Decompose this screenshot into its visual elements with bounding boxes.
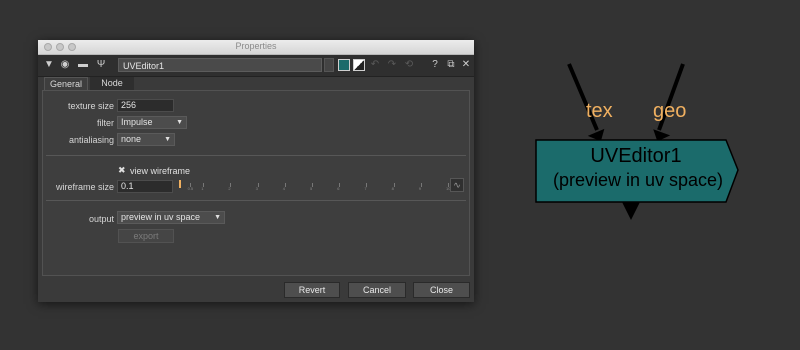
section-divider xyxy=(46,200,466,201)
window-titlebar[interactable]: Properties xyxy=(38,40,474,55)
antialiasing-value: none xyxy=(121,134,142,144)
output-label: output xyxy=(88,214,114,224)
slider-tick-label: 0.5 xyxy=(187,186,194,191)
slider-tick-label: 6 xyxy=(337,186,340,191)
chevron-down-icon: ▼ xyxy=(176,119,183,126)
node-name-field[interactable]: UVEditor1 xyxy=(118,58,322,72)
node-title: UVEditor1 xyxy=(590,145,682,167)
wireframe-size-input[interactable]: 0.1 xyxy=(117,180,173,193)
help-icon[interactable]: ? xyxy=(428,58,442,72)
view-wireframe-checkbox[interactable]: ✖ xyxy=(118,166,127,175)
slider-tick-label: 4 xyxy=(282,186,286,191)
node-subtitle: (preview in uv space) xyxy=(552,170,724,190)
gl-color-swatch[interactable] xyxy=(353,59,365,71)
cancel-button[interactable]: Cancel xyxy=(348,282,406,298)
antialiasing-label: antialiasing xyxy=(68,135,114,145)
properties-toolbar: ▼ ◉ ▬ Ψ UVEditor1 ↶ ↷ ⟲ ? ⧉ ✕ xyxy=(38,55,474,77)
tab-bar: General Node xyxy=(38,77,474,90)
output-dropdown[interactable]: preview in uv space ▼ xyxy=(117,211,225,224)
section-divider xyxy=(46,155,466,156)
slider-tick-label: 1 xyxy=(201,186,204,191)
wireframe-size-label: wireframe size xyxy=(55,182,114,192)
animation-curve-icon[interactable]: ∿ xyxy=(450,178,464,192)
export-button[interactable]: export xyxy=(118,229,174,243)
undo-icon[interactable]: ↶ xyxy=(368,58,382,72)
close-panel-icon[interactable]: ✕ xyxy=(459,58,473,72)
input-label-geo: geo xyxy=(653,100,687,122)
view-wireframe-label: view wireframe xyxy=(130,166,191,176)
input-label-tex: tex xyxy=(586,100,613,122)
collapse-triangle-icon[interactable]: ▼ xyxy=(42,58,56,72)
filter-dropdown[interactable]: Impulse ▼ xyxy=(117,116,187,129)
node-color-swatch[interactable] xyxy=(338,59,350,71)
revert-button[interactable]: Revert xyxy=(284,282,340,298)
tab-general[interactable]: General xyxy=(44,77,88,90)
slider-tick-label: 3 xyxy=(255,186,258,191)
output-value: preview in uv space xyxy=(121,212,201,222)
window-title: Properties xyxy=(235,41,277,51)
revert-icon[interactable]: ⟲ xyxy=(402,58,416,72)
slider-tick-label: 5 xyxy=(310,186,313,191)
node-tool-icon[interactable]: Ψ xyxy=(94,58,108,72)
texture-size-label: texture size xyxy=(67,101,114,111)
node-name-extension[interactable] xyxy=(324,58,334,72)
filter-value: Impulse xyxy=(121,117,153,127)
target-icon[interactable]: ◉ xyxy=(58,58,72,72)
output-arrowhead-icon xyxy=(622,202,640,220)
gallery-icon[interactable]: ▬ xyxy=(76,58,90,72)
filter-label: filter xyxy=(96,118,114,128)
slider-tick-label: 7 xyxy=(364,186,367,191)
chevron-down-icon: ▼ xyxy=(214,214,221,221)
slider-handle[interactable] xyxy=(178,180,181,188)
antialiasing-dropdown[interactable]: none ▼ xyxy=(117,133,175,146)
float-panel-icon[interactable]: ⧉ xyxy=(444,58,458,72)
slider-tick-label: 2 xyxy=(228,186,231,191)
slider-tick-label: 8 xyxy=(391,186,394,191)
wireframe-size-slider[interactable]: 0.5 1 2 3 4 5 6 7 8 9 10 xyxy=(176,180,450,192)
tab-node[interactable]: Node xyxy=(90,77,134,90)
chevron-down-icon: ▼ xyxy=(164,136,171,143)
close-button[interactable]: Close xyxy=(413,282,470,298)
texture-size-input[interactable]: 256 xyxy=(117,99,174,112)
slider-tick-label: 9 xyxy=(418,186,422,191)
properties-window: Properties ▼ ◉ ▬ Ψ UVEditor1 ↶ ↷ ⟲ ? ⧉ ✕… xyxy=(38,40,474,302)
redo-icon[interactable]: ↷ xyxy=(385,58,399,72)
